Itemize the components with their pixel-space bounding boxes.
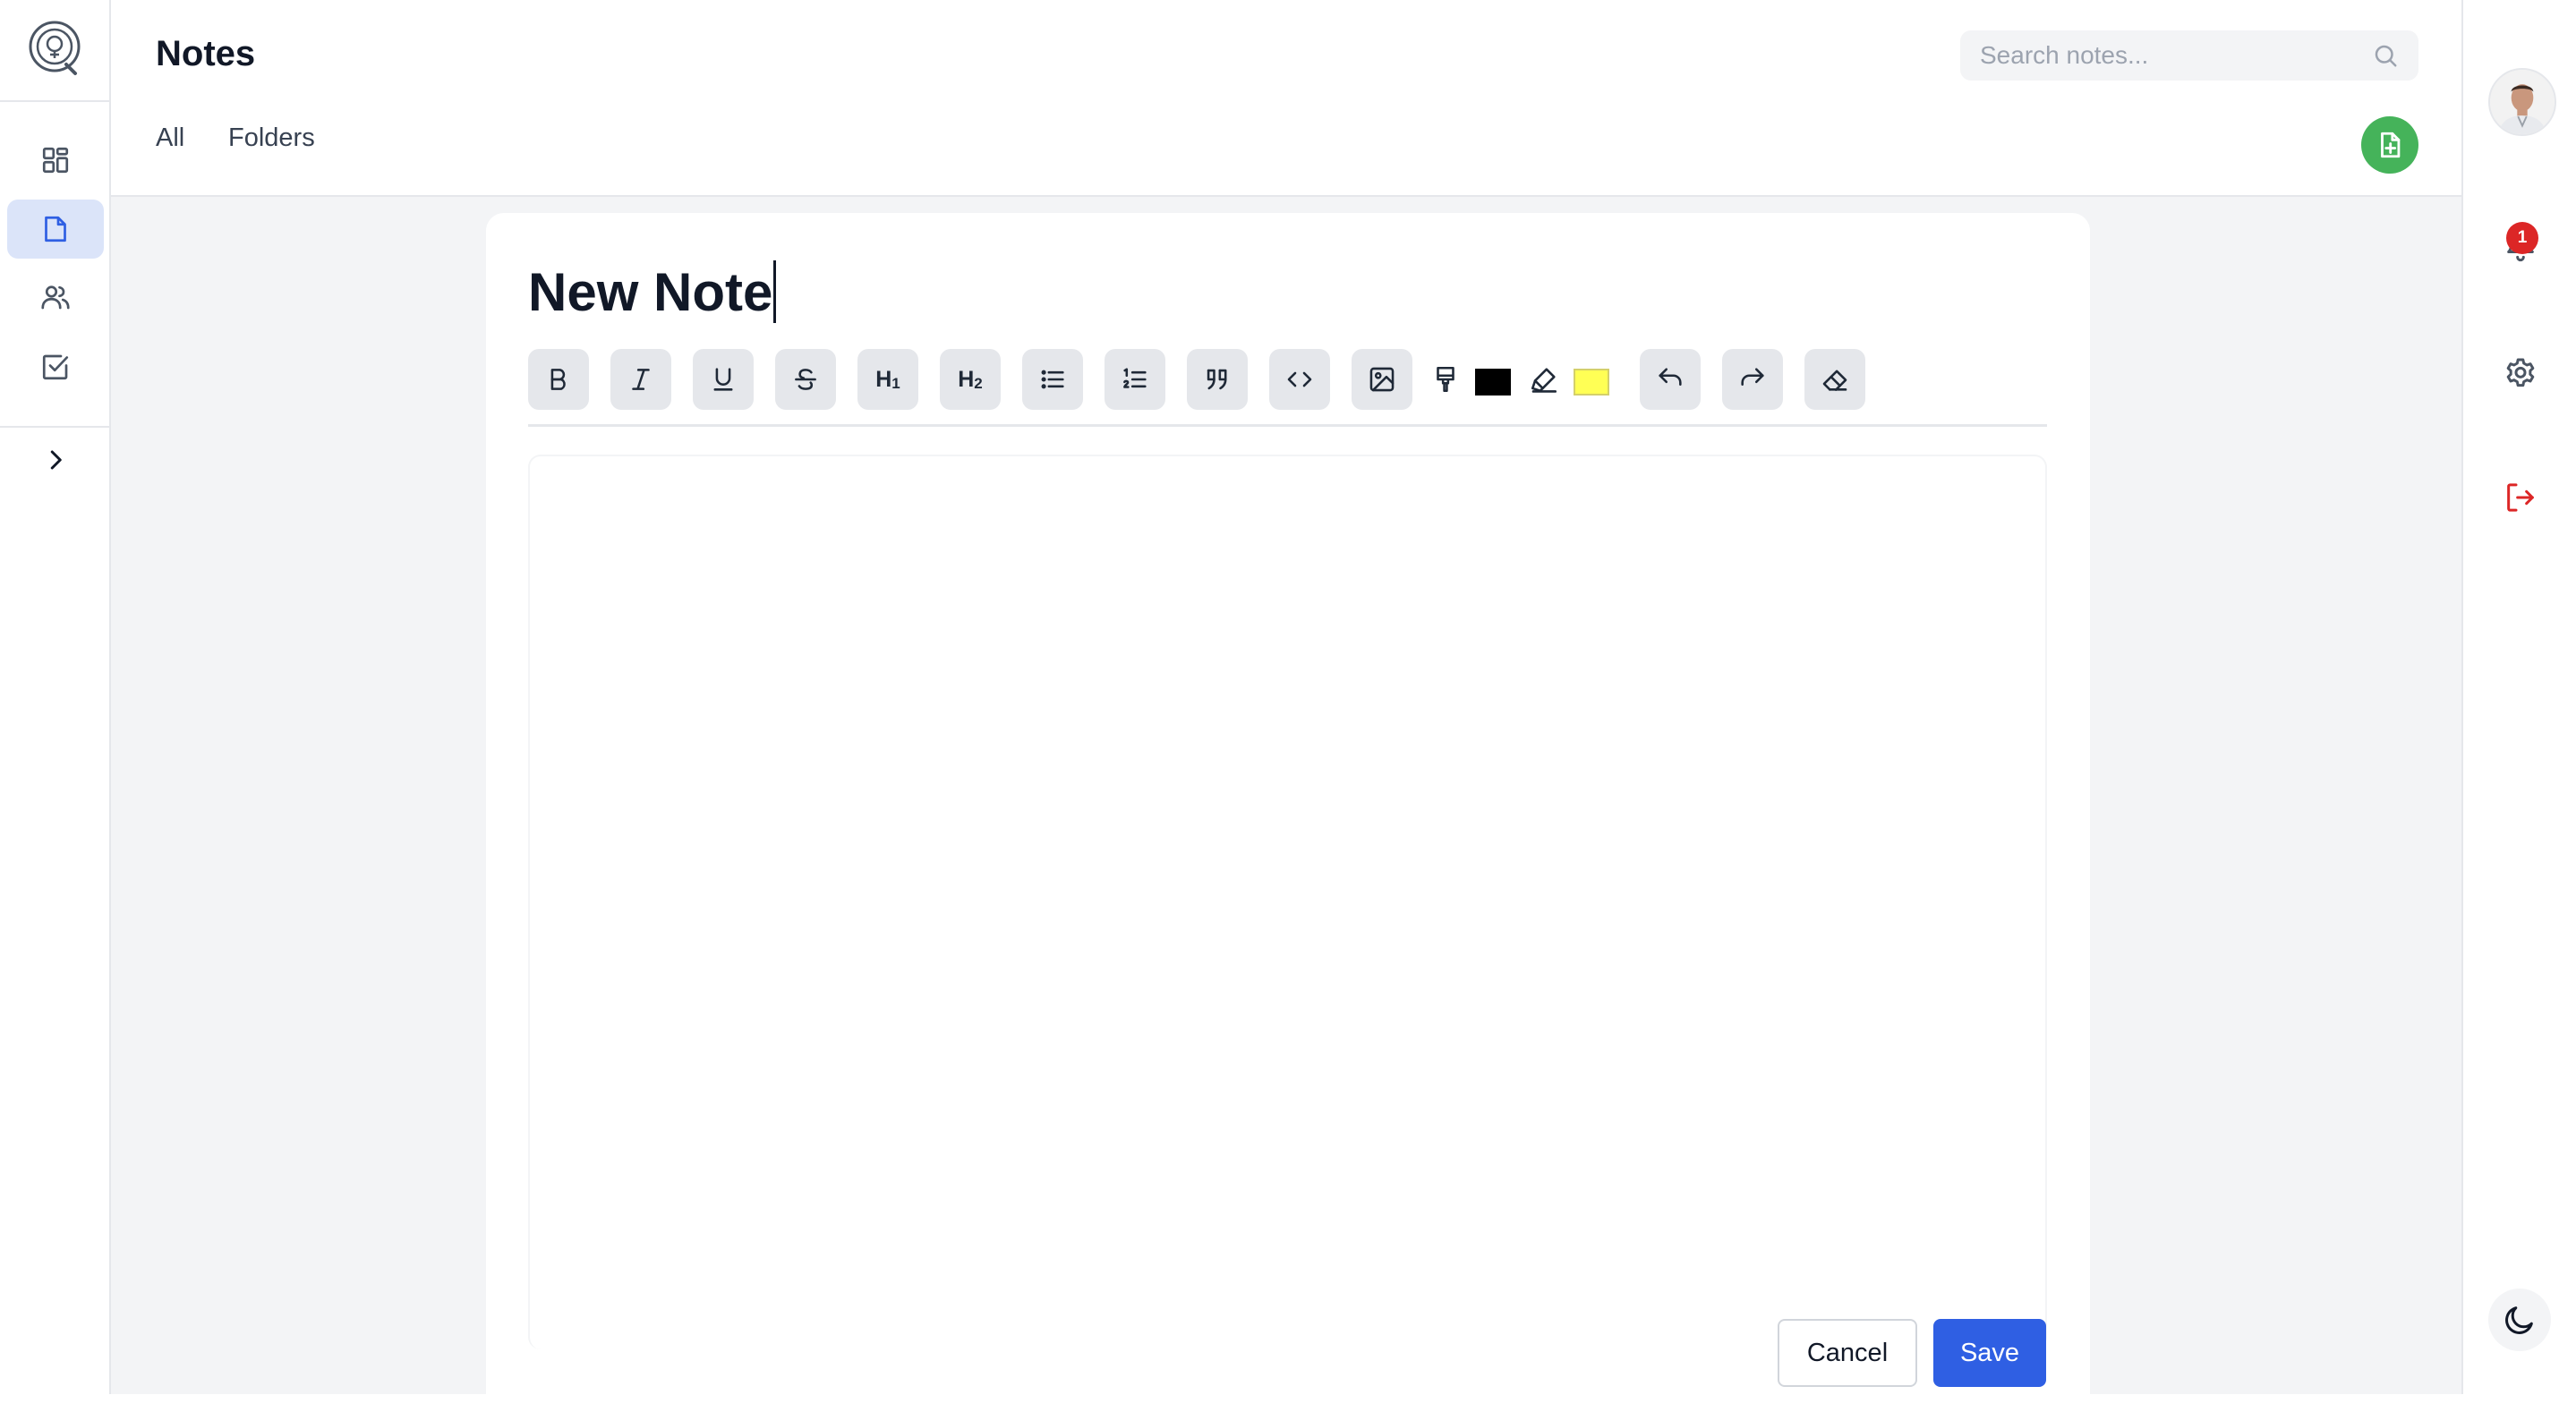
top-header: Notes All Folders [111, 0, 2461, 197]
right-sidebar [2461, 0, 2576, 1394]
underline-button[interactable] [693, 349, 754, 410]
code-button[interactable] [1269, 349, 1330, 410]
users-icon [41, 285, 70, 310]
image-icon [1369, 367, 1395, 392]
strikethrough-button[interactable] [775, 349, 836, 410]
paint-brush-icon [1437, 366, 1454, 393]
sidebar-expand-button[interactable] [7, 430, 104, 489]
dark-mode-toggle[interactable] [2488, 1289, 2551, 1351]
sidebar-item-users[interactable] [7, 268, 104, 327]
new-note-button[interactable] [2361, 116, 2418, 174]
file-plus-icon [2381, 132, 2401, 158]
bold-button[interactable] [528, 349, 589, 410]
cancel-button[interactable]: Cancel [1778, 1319, 1917, 1387]
sidebar-item-dashboard[interactable] [7, 131, 104, 190]
undo-icon [1659, 368, 1682, 386]
page-title: Notes [156, 34, 256, 73]
dashboard-icon [42, 147, 69, 174]
underline-icon [713, 368, 733, 391]
avatar[interactable] [2488, 68, 2556, 136]
note-title[interactable]: New Note [528, 261, 772, 323]
rail-divider [0, 100, 109, 102]
ordered-list-icon [1123, 368, 1147, 388]
bullet-list-icon [1041, 370, 1064, 389]
text-color-button[interactable] [1430, 364, 1461, 395]
search-box [1960, 30, 2418, 81]
redo-button[interactable] [1722, 349, 1783, 410]
bold-icon [550, 369, 566, 390]
sidebar-item-tasks[interactable] [7, 337, 104, 396]
note-title-field[interactable]: New Note [528, 256, 777, 327]
chevron-right-icon [50, 450, 62, 470]
note-body-editor[interactable] [528, 455, 2047, 1349]
logout-icon[interactable] [2503, 480, 2538, 515]
clear-formatting-icon [1822, 370, 1847, 391]
clear-formatting-button[interactable] [1804, 349, 1865, 410]
gear-icon[interactable] [2503, 355, 2538, 391]
heading-1-letter: H [875, 366, 892, 392]
italic-button[interactable] [610, 349, 671, 410]
heading-2-label: H2 [958, 367, 983, 393]
moon-icon [2505, 1306, 2533, 1334]
redo-icon [1741, 368, 1764, 386]
ordered-list-button[interactable] [1105, 349, 1165, 410]
tasks-icon [42, 354, 69, 380]
strikethrough-icon [795, 369, 816, 390]
left-sidebar [0, 0, 111, 1394]
user-photo [2490, 70, 2555, 134]
text-color-swatch[interactable] [1475, 369, 1511, 396]
search-input[interactable] [1980, 41, 2372, 70]
heading-2-button[interactable]: H2 [940, 349, 1001, 410]
app-logo[interactable] [25, 18, 86, 79]
italic-icon [632, 369, 650, 390]
sidebar-item-notes[interactable] [7, 200, 104, 259]
note-icon [45, 216, 66, 242]
blockquote-button[interactable] [1187, 349, 1248, 410]
image-button[interactable] [1352, 349, 1412, 410]
highlight-color-swatch[interactable] [1574, 369, 1609, 396]
heading-1-level: 1 [891, 374, 900, 392]
bullet-list-button[interactable] [1022, 349, 1083, 410]
highlight-color-button[interactable] [1529, 364, 1559, 395]
heading-2-letter: H [958, 366, 975, 392]
highlighter-icon [1531, 368, 1557, 393]
text-caret [773, 260, 777, 323]
search-icon[interactable] [2372, 42, 2399, 69]
undo-button[interactable] [1640, 349, 1701, 410]
blockquote-icon [1207, 369, 1227, 390]
heading-2-level: 2 [974, 374, 983, 392]
tab-all[interactable]: All [156, 123, 184, 153]
rail-divider [0, 426, 109, 428]
save-button[interactable]: Save [1933, 1319, 2046, 1387]
notification-count-badge: 1 [2506, 222, 2538, 254]
heading-1-button[interactable]: H1 [857, 349, 918, 410]
code-icon [1287, 371, 1312, 387]
heading-1-label: H1 [875, 367, 900, 393]
tab-folders[interactable]: Folders [228, 123, 315, 153]
